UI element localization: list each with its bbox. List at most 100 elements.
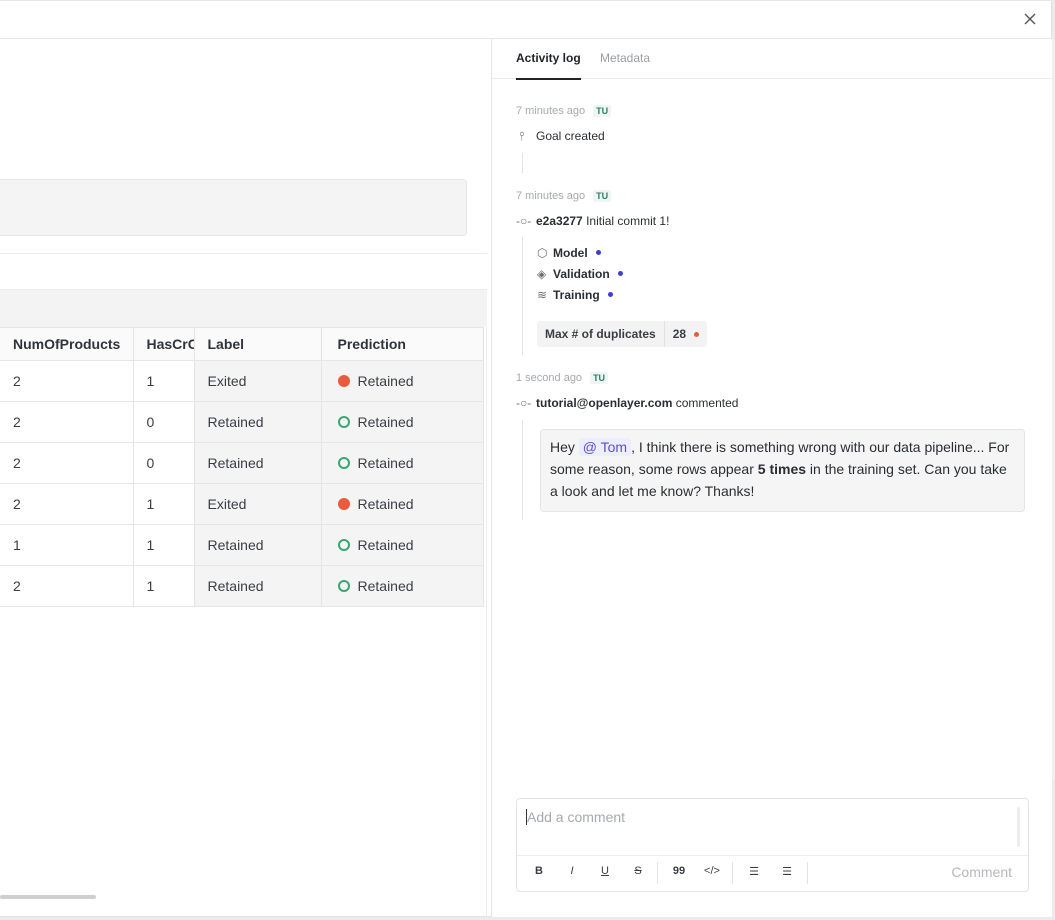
tab-activity-log[interactable]: Activity log	[516, 51, 581, 80]
event-time: 7 minutes ago	[516, 105, 586, 117]
commit-icon: -○-	[516, 396, 532, 410]
comment-input[interactable]: Add a comment	[517, 799, 1028, 856]
toolbar-divider	[657, 862, 658, 884]
event-goal-created: ⫯ Goal created	[516, 129, 605, 144]
commit-item-training[interactable]: ≋ Training	[537, 288, 613, 302]
commit-icon: -○-	[516, 214, 532, 228]
event-comment: -○- tutorial@openlayer.com commented	[516, 396, 738, 410]
comment-text: Hey	[550, 439, 575, 455]
toolbar-divider	[732, 862, 733, 884]
user-badge: TU	[593, 105, 612, 117]
comment-editor: Add a comment B I U S 99 </> ☰ ☰ Comment	[516, 798, 1029, 892]
col-header[interactable]: Label	[194, 327, 322, 361]
cell-label: Retained	[194, 565, 322, 607]
status-dot	[694, 331, 700, 337]
timeline-line	[522, 420, 523, 520]
prediction-text: Retained	[357, 496, 414, 512]
user-badge: TU	[590, 372, 609, 384]
data-panel: NumOfProducts HasCrCard Label Prediction…	[0, 39, 491, 917]
commit-item-model[interactable]: ⬡ Model	[537, 246, 601, 260]
event-text: Goal created	[536, 129, 605, 143]
table-top-band	[0, 290, 487, 327]
layers-icon: ◈	[537, 267, 547, 281]
col-header[interactable]: NumOfProducts	[0, 327, 134, 361]
commit-item-validation[interactable]: ◈ Validation	[537, 267, 623, 281]
status-dot	[595, 250, 601, 255]
event-time: 7 minutes ago	[516, 190, 586, 202]
cell-has-cr-card: 0	[133, 442, 195, 484]
cell-label: Exited	[194, 483, 322, 525]
event-commit: -○- e2a3277 Initial commit 1!	[516, 214, 669, 228]
comment-action: commented	[675, 396, 739, 410]
table-row[interactable]: 2 0 Retained Retained	[0, 442, 484, 484]
user-mention[interactable]: @ Tom	[578, 438, 632, 456]
table-toolbar	[0, 253, 487, 290]
editor-toolbar: B I U S 99 </> ☰ ☰ Comment	[517, 856, 1028, 891]
toolbar-divider	[807, 862, 808, 884]
cell-prediction: Retained	[321, 360, 484, 402]
comment-bold-text: 5 times	[757, 461, 807, 477]
modal-header	[0, 0, 1052, 39]
editor-scrollbar[interactable]	[1017, 807, 1020, 847]
cell-num-products: 1	[0, 524, 134, 566]
timeline-line	[522, 153, 523, 173]
table-row[interactable]: 2 1 Exited Retained	[0, 483, 484, 525]
comment-submit-button[interactable]: Comment	[951, 864, 1012, 880]
cell-num-products: 2	[0, 442, 134, 484]
cell-num-products: 2	[0, 483, 134, 525]
cell-label: Retained	[194, 442, 322, 484]
cell-label: Exited	[194, 360, 322, 402]
comment-author[interactable]: tutorial@openlayer.com	[536, 396, 672, 410]
event-timestamp: 7 minutes ago TU	[516, 105, 612, 117]
failed-status-icon	[337, 375, 350, 387]
bullet-list-icon[interactable]: ☰	[779, 865, 795, 878]
underline-button[interactable]: U	[597, 865, 613, 877]
italic-button[interactable]: I	[564, 865, 580, 877]
event-time: 1 second ago	[516, 372, 583, 384]
cube-icon: ⬡	[537, 246, 548, 260]
strikethrough-button[interactable]: S	[630, 865, 646, 877]
pin-icon: ⫯	[519, 129, 525, 143]
table-area: NumOfProducts HasCrCard Label Prediction…	[0, 290, 487, 917]
cell-num-products: 2	[0, 401, 134, 443]
cell-num-products: 2	[0, 565, 134, 607]
quote-button[interactable]: 99	[671, 865, 687, 877]
ordered-list-icon[interactable]: ☰	[746, 865, 762, 878]
prediction-text: Retained	[357, 537, 414, 553]
col-header[interactable]: Prediction	[321, 327, 484, 361]
comment-body: Hey @ Tom, I think there is something wr…	[540, 429, 1025, 512]
code-button[interactable]: </>	[704, 865, 720, 877]
cell-has-cr-card: 0	[133, 401, 195, 443]
table-row[interactable]: 2 0 Retained Retained	[0, 401, 484, 443]
event-timestamp: 1 second ago TU	[516, 372, 609, 384]
passed-status-icon	[337, 539, 350, 551]
table-row[interactable]: 2 1 Exited Retained	[0, 360, 484, 402]
item-label: Training	[553, 288, 600, 302]
tab-metadata[interactable]: Metadata	[600, 51, 650, 65]
prediction-text: Retained	[357, 455, 414, 471]
prediction-text: Retained	[357, 578, 414, 594]
cell-prediction: Retained	[321, 401, 484, 443]
commit-hash[interactable]: e2a3277	[536, 214, 583, 228]
prediction-text: Retained	[357, 373, 414, 389]
cell-has-cr-card: 1	[133, 524, 195, 566]
passed-status-icon	[337, 580, 350, 592]
close-icon[interactable]	[1022, 11, 1038, 27]
metric-chip[interactable]: Max # of duplicates 28	[537, 321, 708, 347]
table-row[interactable]: 2 1 Retained Retained	[0, 565, 484, 607]
passed-status-icon	[337, 416, 350, 428]
cell-label: Retained	[194, 524, 322, 566]
metric-label: Max # of duplicates	[545, 327, 656, 341]
panel-tabs: Activity log Metadata	[492, 39, 1053, 80]
col-header[interactable]: HasCrCard	[133, 327, 195, 361]
activity-panel: Activity log Metadata 7 minutes ago TU ⫯ G…	[491, 39, 1053, 917]
cell-prediction: Retained	[321, 442, 484, 484]
modal: NumOfProducts HasCrCard Label Prediction…	[0, 0, 1053, 917]
cell-has-cr-card: 1	[133, 360, 195, 402]
table-row[interactable]: 1 1 Retained Retained	[0, 524, 484, 566]
cell-prediction: Retained	[321, 524, 484, 566]
cell-prediction: Retained	[321, 565, 484, 607]
table-header-row: NumOfProducts HasCrCard Label Prediction	[0, 327, 484, 361]
bold-button[interactable]: B	[531, 865, 547, 877]
horizontal-scrollbar[interactable]	[0, 895, 96, 899]
